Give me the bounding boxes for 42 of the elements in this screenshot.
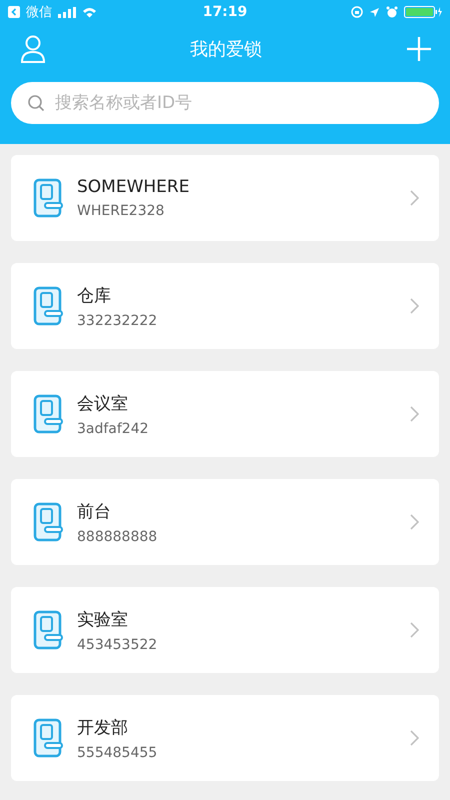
lock-id: 555485455 — [77, 744, 158, 760]
lock-card[interactable]: SOMEWHERE WHERE2328 — [11, 155, 439, 241]
chevron-right-icon — [410, 298, 419, 314]
lock-id: 888888888 — [77, 528, 158, 544]
lock-card[interactable]: 实验室 453453522 — [11, 587, 439, 673]
location-icon — [368, 6, 380, 18]
lock-name: 前台 — [77, 500, 112, 522]
wifi-icon — [82, 6, 97, 18]
chevron-right-icon — [410, 190, 419, 206]
lock-card[interactable]: 开发部 555485455 — [11, 695, 439, 781]
lock-name: 开发部 — [77, 716, 129, 738]
search-field[interactable]: 搜索名称或者ID号 — [11, 82, 439, 124]
back-icon[interactable] — [8, 6, 20, 18]
lock-name: SOMEWHERE — [77, 177, 190, 197]
lock-card[interactable]: 仓库 332232222 — [11, 263, 439, 349]
door-lock-icon — [33, 718, 63, 758]
signal-icon — [58, 6, 76, 18]
lock-card[interactable]: 前台 888888888 — [11, 479, 439, 565]
lock-rotation-icon — [350, 6, 363, 18]
lock-card[interactable]: 会议室 3adfaf242 — [11, 371, 439, 457]
battery-icon — [404, 6, 442, 18]
lock-name: 会议室 — [77, 392, 129, 414]
lock-name: 实验室 — [77, 608, 129, 630]
lock-id: 332232222 — [77, 312, 158, 328]
add-icon[interactable] — [406, 36, 432, 62]
alarm-icon — [386, 6, 398, 18]
lock-id: 3adfaf242 — [77, 420, 150, 436]
chevron-right-icon — [410, 406, 419, 422]
door-lock-icon — [33, 178, 63, 218]
door-lock-icon — [33, 610, 63, 650]
lock-name: 仓库 — [77, 284, 112, 306]
lock-id: WHERE2328 — [77, 203, 166, 219]
user-icon[interactable] — [20, 35, 46, 63]
chevron-right-icon — [410, 622, 419, 638]
door-lock-icon — [33, 502, 63, 542]
status-time: 17:19 — [202, 4, 248, 20]
page-title: 我的爱锁 — [190, 38, 262, 61]
chevron-right-icon — [410, 730, 419, 746]
chevron-right-icon — [410, 514, 419, 530]
door-lock-icon — [33, 394, 63, 434]
door-lock-icon — [33, 286, 63, 326]
lock-id: 453453522 — [77, 636, 158, 652]
